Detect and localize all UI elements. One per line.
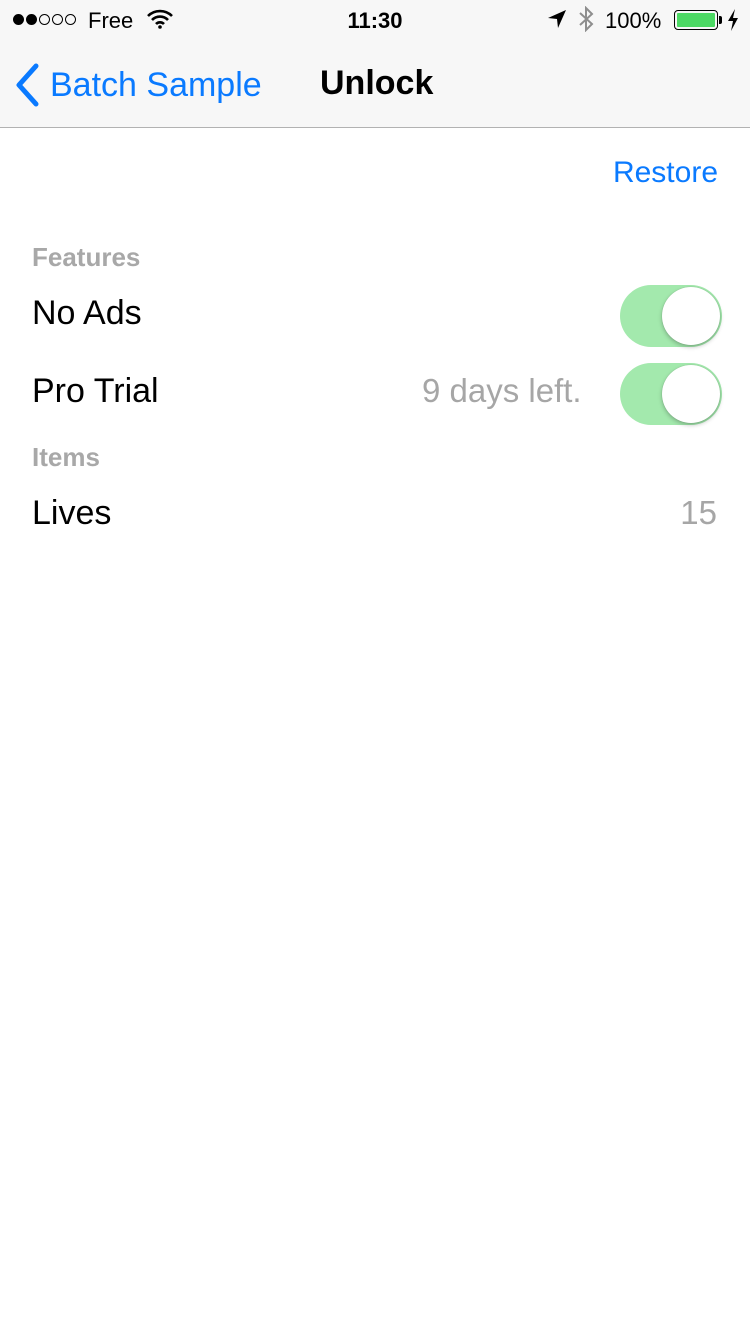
lives-count: 15 bbox=[680, 494, 717, 531]
toggle-knob bbox=[662, 365, 720, 423]
battery-icon bbox=[674, 10, 718, 30]
row-label: Lives bbox=[32, 494, 112, 532]
back-button-label: Batch Sample bbox=[50, 65, 262, 104]
back-chevron-icon bbox=[16, 63, 39, 107]
battery-nub bbox=[719, 16, 722, 24]
no-ads-toggle[interactable] bbox=[620, 285, 722, 347]
navigation-bar: Batch Sample Unlock bbox=[0, 40, 750, 128]
trial-remaining-text: 9 days left. bbox=[422, 372, 582, 409]
toggle-knob bbox=[662, 287, 720, 345]
section-header-items: Items bbox=[32, 442, 100, 472]
status-bar: Free 11:30 100% bbox=[0, 0, 750, 40]
restore-button[interactable]: Restore bbox=[613, 156, 718, 190]
section-header-features: Features bbox=[32, 242, 141, 272]
top-bar: Free 11:30 100% Batch Sample Unlock bbox=[0, 0, 750, 128]
unlock-screen: Free 11:30 100% Batch Sample Unlock Rest… bbox=[0, 0, 750, 1334]
feature-row-no-ads: No Ads bbox=[0, 277, 750, 355]
row-label: No Ads bbox=[32, 294, 142, 332]
battery-percent: 100% bbox=[605, 8, 662, 33]
location-arrow-icon bbox=[547, 9, 567, 35]
item-row-lives: Lives 15 bbox=[0, 477, 750, 555]
row-label: Pro Trial bbox=[32, 372, 159, 410]
feature-row-pro-trial: Pro Trial 9 days left. bbox=[0, 355, 750, 433]
charging-bolt-icon bbox=[727, 9, 739, 37]
bluetooth-icon bbox=[578, 5, 594, 38]
back-button[interactable]: Batch Sample bbox=[14, 62, 262, 108]
pro-trial-toggle[interactable] bbox=[620, 363, 722, 425]
battery-fill bbox=[677, 13, 715, 27]
page-title: Unlock bbox=[320, 64, 434, 102]
